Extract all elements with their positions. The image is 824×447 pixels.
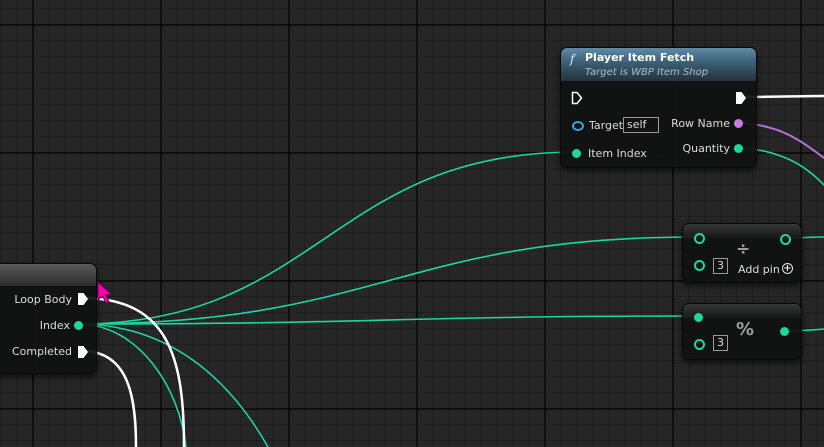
modulo-input-a-pin[interactable] [694,313,703,322]
index-to-modulo-wire [77,315,697,325]
quantity-label: Quantity [682,142,730,155]
function-node-title: Player Item Fetch [585,51,695,64]
mouse-cursor-icon [97,281,113,304]
function-node-header[interactable]: f Player Item Fetch Target is WBP Item S… [561,48,756,81]
for-loop-header[interactable] [0,264,96,286]
exec-out-pin[interactable] [736,92,746,104]
modulo-input-b-pin[interactable] [694,339,705,350]
divide-input-b-value[interactable]: 3 [713,258,728,274]
completed-exec-pin[interactable] [78,346,88,358]
modulo-output-pin[interactable] [780,327,789,336]
index-label: Index [39,319,70,332]
loop-body-label: Loop Body [14,293,72,306]
index-pin[interactable] [74,321,83,330]
loop-body-exec-pin[interactable] [78,293,88,305]
index-down-wire [77,323,269,447]
quantity-pin[interactable] [734,144,743,153]
function-node-subtitle: Target is WBP Item Shop [585,67,709,78]
index-to-divide-wire [77,236,697,325]
index-to-item-index-wire [77,151,577,325]
function-icon: f [570,52,575,66]
divide-input-a-pin[interactable] [694,233,705,244]
add-pin-icon[interactable]: + [782,263,793,274]
exec-in-pin[interactable] [571,91,583,105]
divide-input-b-pin[interactable] [694,260,705,271]
item-index-pin[interactable] [572,149,581,158]
target-label: Target [589,119,624,132]
modulo-symbol: % [736,319,755,340]
completed-label: Completed [12,345,72,358]
player-item-fetch-node[interactable]: f Player Item Fetch Target is WBP Item S… [560,47,757,168]
add-pin-label[interactable]: Add pin [738,263,780,276]
divide-node[interactable]: ÷ 3 Add pin + [682,223,802,283]
row-name-pin[interactable] [734,119,743,128]
target-pin[interactable] [572,121,584,131]
item-index-label: Item Index [588,147,647,160]
modulo-node[interactable]: % 3 [682,303,802,360]
for-loop-node[interactable]: Loop Body Index Completed [0,263,97,374]
divide-symbol: ÷ [736,239,751,259]
modulo-input-b-value[interactable]: 3 [713,335,728,351]
target-value-input[interactable]: self [623,117,659,133]
divide-output-pin[interactable] [780,234,791,245]
row-name-label: Row Name [671,117,730,130]
